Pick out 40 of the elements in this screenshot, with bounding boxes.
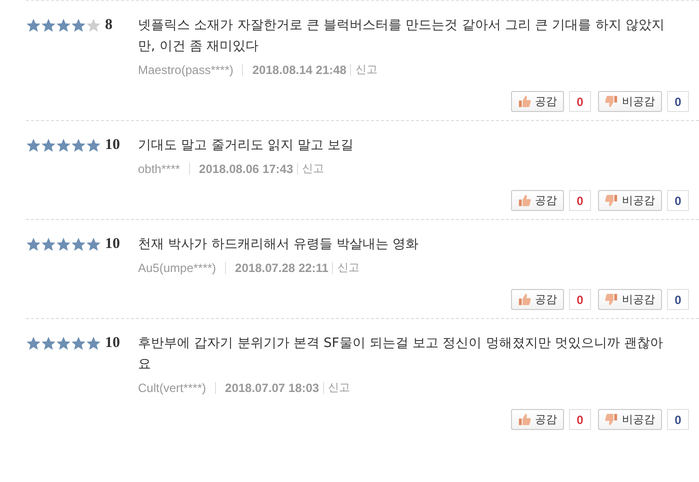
dislike-count: 0 xyxy=(667,91,689,112)
like-count: 0 xyxy=(569,409,591,430)
thumbs-up-icon xyxy=(518,194,531,207)
review-text: 넷플릭스 소재가 자잘한거로 큰 블럭버스터를 만드는것 같아서 그리 큰 기대를 하지 않았지만, 이건 좀 재미있다 xyxy=(138,17,666,56)
rating-score: 10 xyxy=(105,334,120,352)
dislike-count: 0 xyxy=(667,409,689,430)
dislike-count: 0 xyxy=(667,190,689,211)
thumbs-down-icon xyxy=(605,293,618,306)
thumbs-up-icon xyxy=(518,293,531,306)
rating-score: 10 xyxy=(105,136,120,154)
thumbs-down-icon xyxy=(605,95,618,108)
thumbs-up-icon xyxy=(518,413,531,426)
review-date: 2018.08.06 17:43 xyxy=(199,162,294,176)
dislike-button[interactable]: 비공감 xyxy=(598,409,662,430)
review-text: 천재 박사가 하드캐리해서 유령들 박살내는 영화 xyxy=(138,236,420,254)
rating-score: 8 xyxy=(105,16,112,34)
author-name: Au5(umpe****) xyxy=(138,260,216,274)
like-count: 0 xyxy=(569,190,591,211)
review-text: 후반부에 갑자기 분위기가 본격 SF물이 되는걸 보고 정신이 멍해졌지만 멋있으니까 괜찮아요 xyxy=(138,335,664,374)
author-name: obth**** xyxy=(138,162,180,176)
author-name: Cult(vert****) xyxy=(138,380,206,394)
thumbs-down-icon xyxy=(605,194,618,207)
like-count: 0 xyxy=(569,289,591,310)
thumbs-up-icon xyxy=(518,95,531,108)
dislike-button[interactable]: 비공감 xyxy=(598,91,662,112)
review-date: 2018.07.07 18:03 xyxy=(225,380,320,394)
review-date: 2018.08.14 21:48 xyxy=(252,62,346,76)
review-date: 2018.07.28 22:11 xyxy=(235,260,328,274)
rating-score: 10 xyxy=(105,236,120,252)
dislike-count: 0 xyxy=(667,289,689,310)
like-button[interactable]: 공감 xyxy=(511,409,564,430)
review-text: 기대도 말고 줄거리도 읽지 말고 보길 xyxy=(138,137,355,155)
dislike-button[interactable]: 비공감 xyxy=(598,190,662,211)
dislike-button[interactable]: 비공감 xyxy=(598,289,662,310)
thumbs-down-icon xyxy=(605,413,618,426)
like-button[interactable]: 공감 xyxy=(511,91,564,112)
like-button[interactable]: 공감 xyxy=(511,190,564,211)
author-name: Maestro(pass****) xyxy=(138,62,234,76)
like-button[interactable]: 공감 xyxy=(511,289,564,310)
like-count: 0 xyxy=(569,91,591,112)
